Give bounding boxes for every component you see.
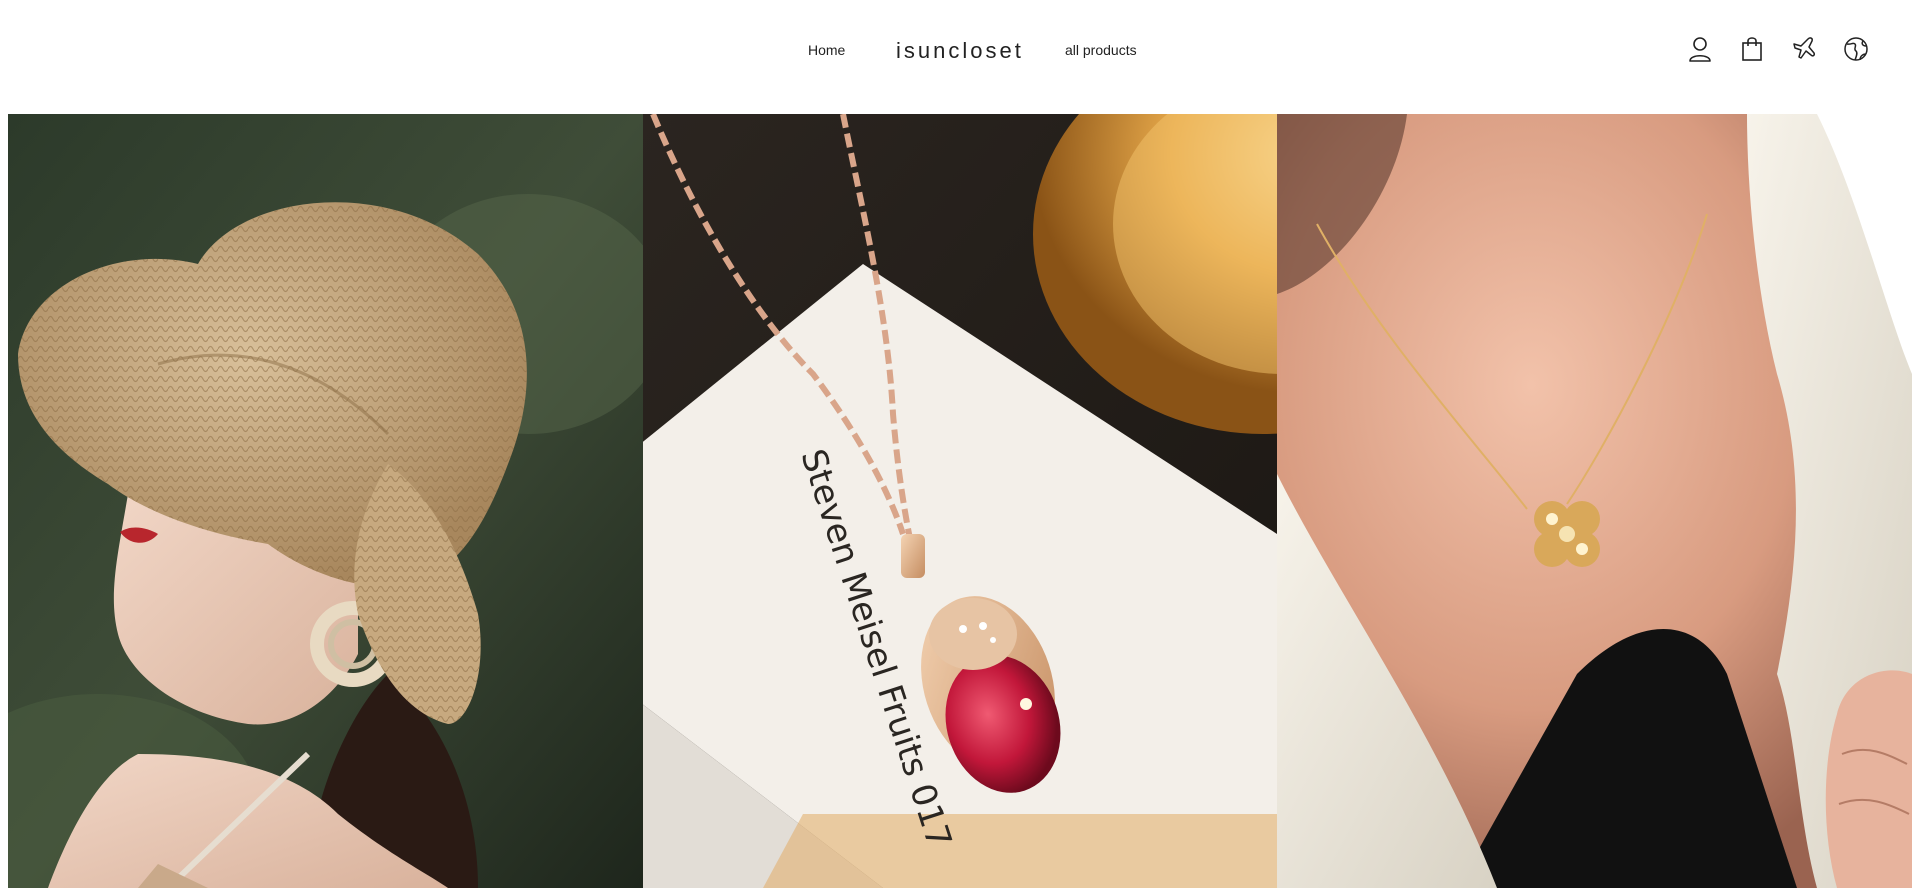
nav-all-products-link[interactable]: all products: [1065, 42, 1137, 58]
site-logo[interactable]: isuncloset: [896, 38, 1024, 64]
cart-icon[interactable]: [1738, 34, 1766, 64]
ruby-pixiu-pendant-photo[interactable]: Steven Meisel Fruits 017: [643, 114, 1277, 888]
account-icon[interactable]: [1686, 34, 1714, 64]
airplane-icon[interactable]: [1790, 34, 1818, 64]
straw-hat-photo[interactable]: [8, 114, 643, 888]
main-nav: Home isuncloset all products: [0, 38, 1920, 66]
nav-home-link[interactable]: Home: [808, 42, 845, 58]
site-header: Home isuncloset all products: [0, 0, 1920, 114]
clover-necklace-photo[interactable]: [1277, 114, 1912, 888]
globe-icon[interactable]: [1842, 34, 1870, 64]
hero-gallery: Steven Meisel Fruits 017: [8, 114, 1912, 888]
